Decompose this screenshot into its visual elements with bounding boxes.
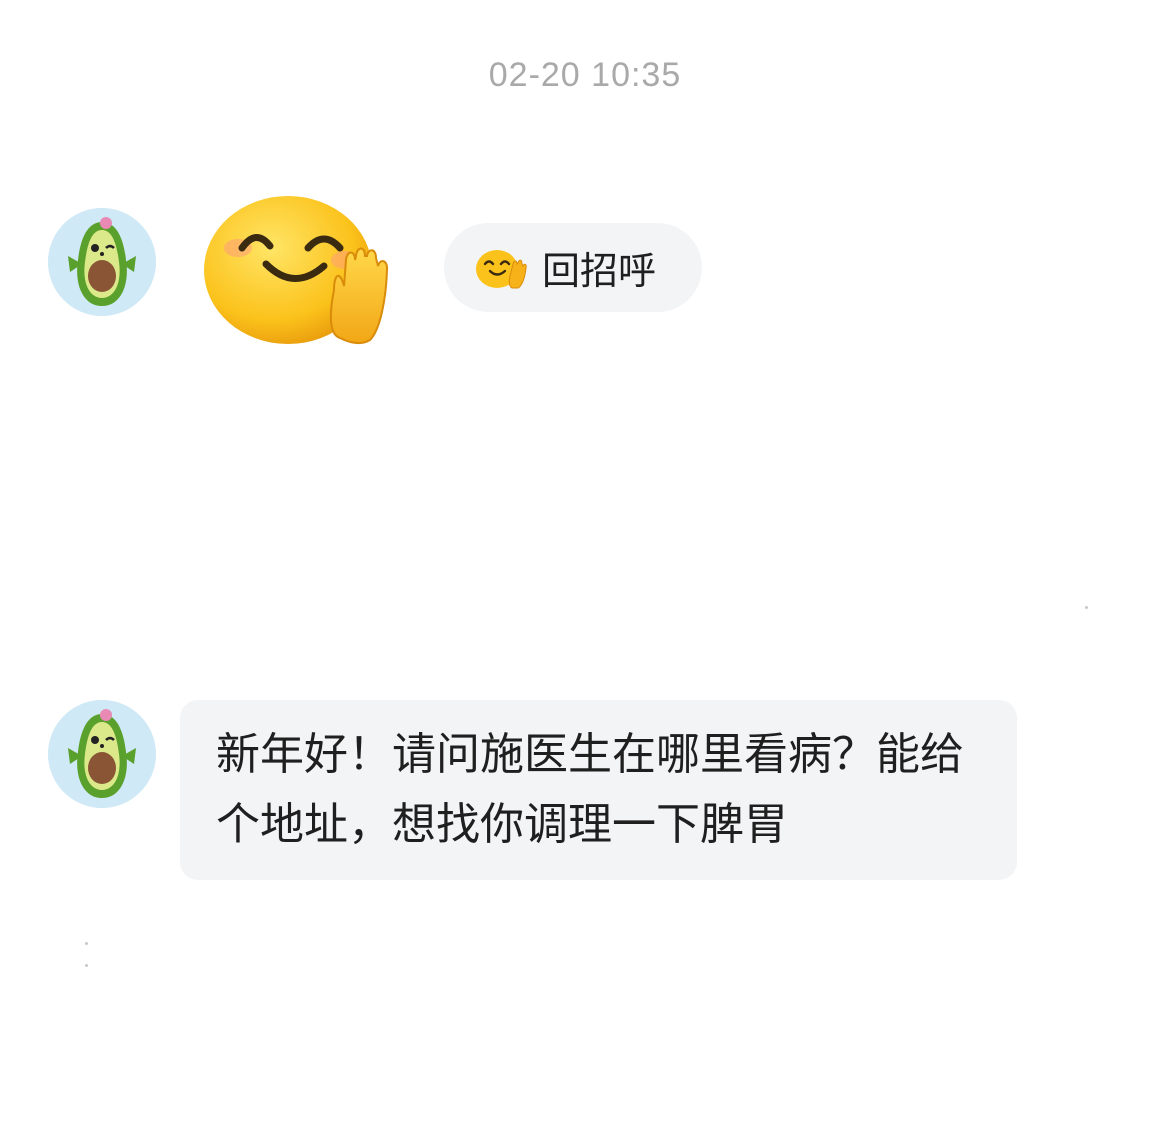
avocado-avatar-icon — [48, 700, 156, 808]
waving-smile-sticker[interactable] — [200, 190, 405, 350]
divider-dot — [85, 964, 88, 967]
chat-view: 02-20 10:35 回招呼 新年好！请问施医生在哪里看病？能给个地址，想找你… — [0, 0, 1170, 1135]
avatar[interactable] — [48, 208, 156, 316]
avatar[interactable] — [48, 700, 156, 808]
waving-smile-emoji-icon — [204, 196, 389, 345]
message-bubble[interactable]: 新年好！请问施医生在哪里看病？能给个地址，想找你调理一下脾胃 — [180, 700, 1017, 880]
divider-dot — [1085, 606, 1088, 609]
waving-smile-icon — [474, 246, 528, 290]
avocado-avatar-icon — [48, 208, 156, 316]
quick-reply-wave-button[interactable]: 回招呼 — [444, 223, 702, 312]
quick-reply-label: 回招呼 — [542, 251, 657, 293]
message-timestamp: 02-20 10:35 — [488, 56, 682, 94]
divider-dot — [85, 942, 88, 945]
